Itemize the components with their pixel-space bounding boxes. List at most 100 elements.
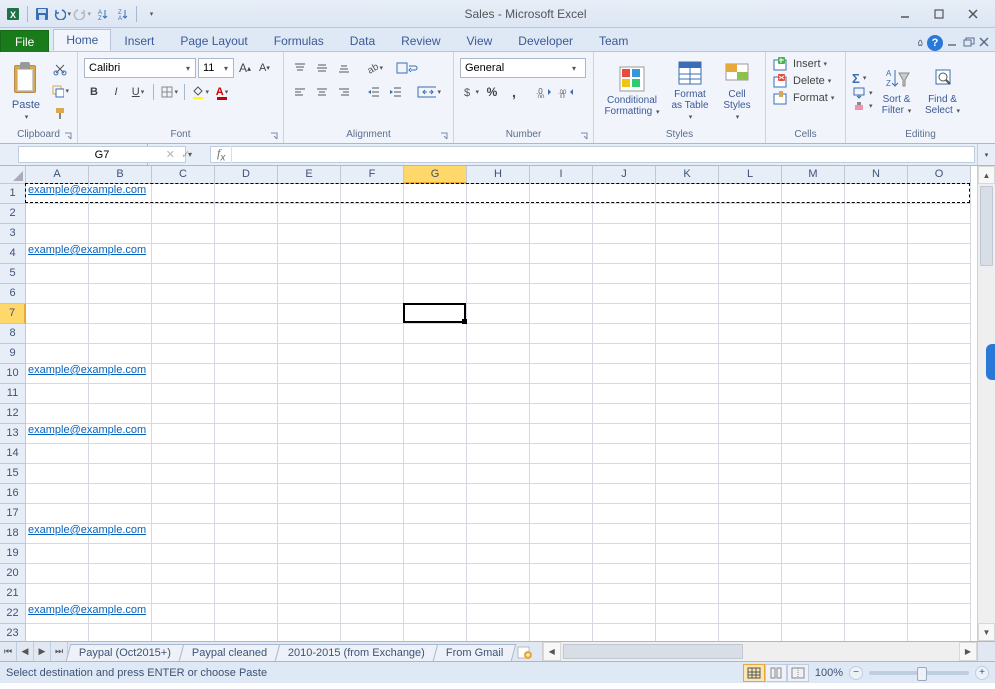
ribbon-tab-home[interactable]: Home — [53, 29, 111, 51]
file-tab[interactable]: File — [0, 30, 49, 52]
cell[interactable] — [341, 384, 404, 404]
cell[interactable] — [530, 264, 593, 284]
cell[interactable] — [593, 224, 656, 244]
cell[interactable] — [782, 204, 845, 224]
row-header[interactable]: 6 — [0, 284, 26, 304]
cell[interactable] — [656, 324, 719, 344]
cell[interactable] — [908, 624, 971, 641]
cell[interactable] — [404, 224, 467, 244]
cell[interactable] — [278, 584, 341, 604]
cell[interactable] — [593, 484, 656, 504]
align-center-icon[interactable] — [312, 82, 332, 102]
cell[interactable] — [782, 224, 845, 244]
cell[interactable] — [908, 384, 971, 404]
cell[interactable] — [152, 604, 215, 624]
cell[interactable] — [152, 384, 215, 404]
minimize-button[interactable] — [891, 4, 919, 24]
cell[interactable] — [341, 184, 404, 204]
cell[interactable] — [782, 584, 845, 604]
cell[interactable] — [530, 224, 593, 244]
cell[interactable] — [152, 424, 215, 444]
cell[interactable] — [845, 544, 908, 564]
cell[interactable] — [782, 184, 845, 204]
cell[interactable] — [593, 384, 656, 404]
cell[interactable] — [719, 584, 782, 604]
cell[interactable] — [845, 284, 908, 304]
cell[interactable] — [278, 504, 341, 524]
cell[interactable] — [782, 264, 845, 284]
format-painter-icon[interactable] — [50, 103, 70, 123]
cell[interactable] — [530, 364, 593, 384]
cell[interactable] — [656, 504, 719, 524]
cell[interactable] — [593, 504, 656, 524]
zoom-level[interactable]: 100% — [815, 667, 843, 679]
copy-icon[interactable]: ▾ — [50, 81, 70, 101]
number-launcher[interactable] — [579, 131, 589, 141]
cell[interactable] — [89, 264, 152, 284]
cell[interactable] — [215, 224, 278, 244]
cell[interactable] — [341, 424, 404, 444]
cell[interactable] — [26, 304, 89, 324]
cell[interactable] — [593, 344, 656, 364]
cell[interactable] — [845, 224, 908, 244]
cell[interactable] — [908, 404, 971, 424]
cell[interactable] — [404, 464, 467, 484]
cell[interactable] — [26, 484, 89, 504]
bold-icon[interactable]: B — [84, 82, 104, 102]
cell[interactable] — [908, 204, 971, 224]
row-header[interactable]: 9 — [0, 344, 26, 364]
cell[interactable] — [467, 304, 530, 324]
fill-button[interactable]: ▾ — [852, 87, 873, 99]
cell[interactable] — [215, 204, 278, 224]
row-header[interactable]: 17 — [0, 504, 26, 524]
column-header[interactable]: L — [719, 166, 782, 184]
cell[interactable] — [719, 204, 782, 224]
cell[interactable] — [152, 624, 215, 641]
cell[interactable] — [719, 304, 782, 324]
cell[interactable] — [26, 544, 89, 564]
cell[interactable] — [89, 544, 152, 564]
cell[interactable] — [656, 264, 719, 284]
cell[interactable] — [467, 404, 530, 424]
cell[interactable] — [530, 424, 593, 444]
cell[interactable] — [656, 344, 719, 364]
cell[interactable] — [89, 404, 152, 424]
ribbon-tab-team[interactable]: Team — [586, 29, 641, 51]
cell[interactable] — [719, 284, 782, 304]
cell[interactable] — [845, 304, 908, 324]
row-header[interactable]: 5 — [0, 264, 26, 284]
cell[interactable] — [467, 484, 530, 504]
cell[interactable] — [278, 204, 341, 224]
increase-indent-icon[interactable] — [386, 82, 406, 102]
cell[interactable] — [467, 564, 530, 584]
cell[interactable] — [908, 264, 971, 284]
cell[interactable] — [719, 504, 782, 524]
cell[interactable] — [89, 384, 152, 404]
cell[interactable] — [404, 524, 467, 544]
cell[interactable] — [467, 524, 530, 544]
cell[interactable] — [341, 524, 404, 544]
cell[interactable] — [341, 444, 404, 464]
row-header[interactable]: 19 — [0, 544, 26, 564]
cell[interactable] — [467, 284, 530, 304]
cell[interactable] — [278, 544, 341, 564]
cell[interactable] — [215, 524, 278, 544]
cell[interactable] — [782, 604, 845, 624]
cut-icon[interactable] — [50, 59, 70, 79]
italic-icon[interactable]: I — [106, 82, 126, 102]
cell[interactable] — [593, 364, 656, 384]
scroll-right-icon[interactable]: ▶ — [959, 642, 977, 661]
window-minimize-icon[interactable] — [947, 37, 959, 50]
align-top-icon[interactable] — [290, 58, 310, 78]
cell[interactable] — [278, 264, 341, 284]
cell[interactable] — [341, 464, 404, 484]
row-header[interactable]: 11 — [0, 384, 26, 404]
cell[interactable] — [404, 204, 467, 224]
cell[interactable] — [782, 284, 845, 304]
hyperlink-cell[interactable]: example@example.com — [28, 604, 146, 616]
cell[interactable] — [278, 184, 341, 204]
cell[interactable] — [467, 264, 530, 284]
cell[interactable] — [215, 384, 278, 404]
cell[interactable] — [782, 544, 845, 564]
scroll-down-icon[interactable]: ▼ — [978, 623, 995, 641]
